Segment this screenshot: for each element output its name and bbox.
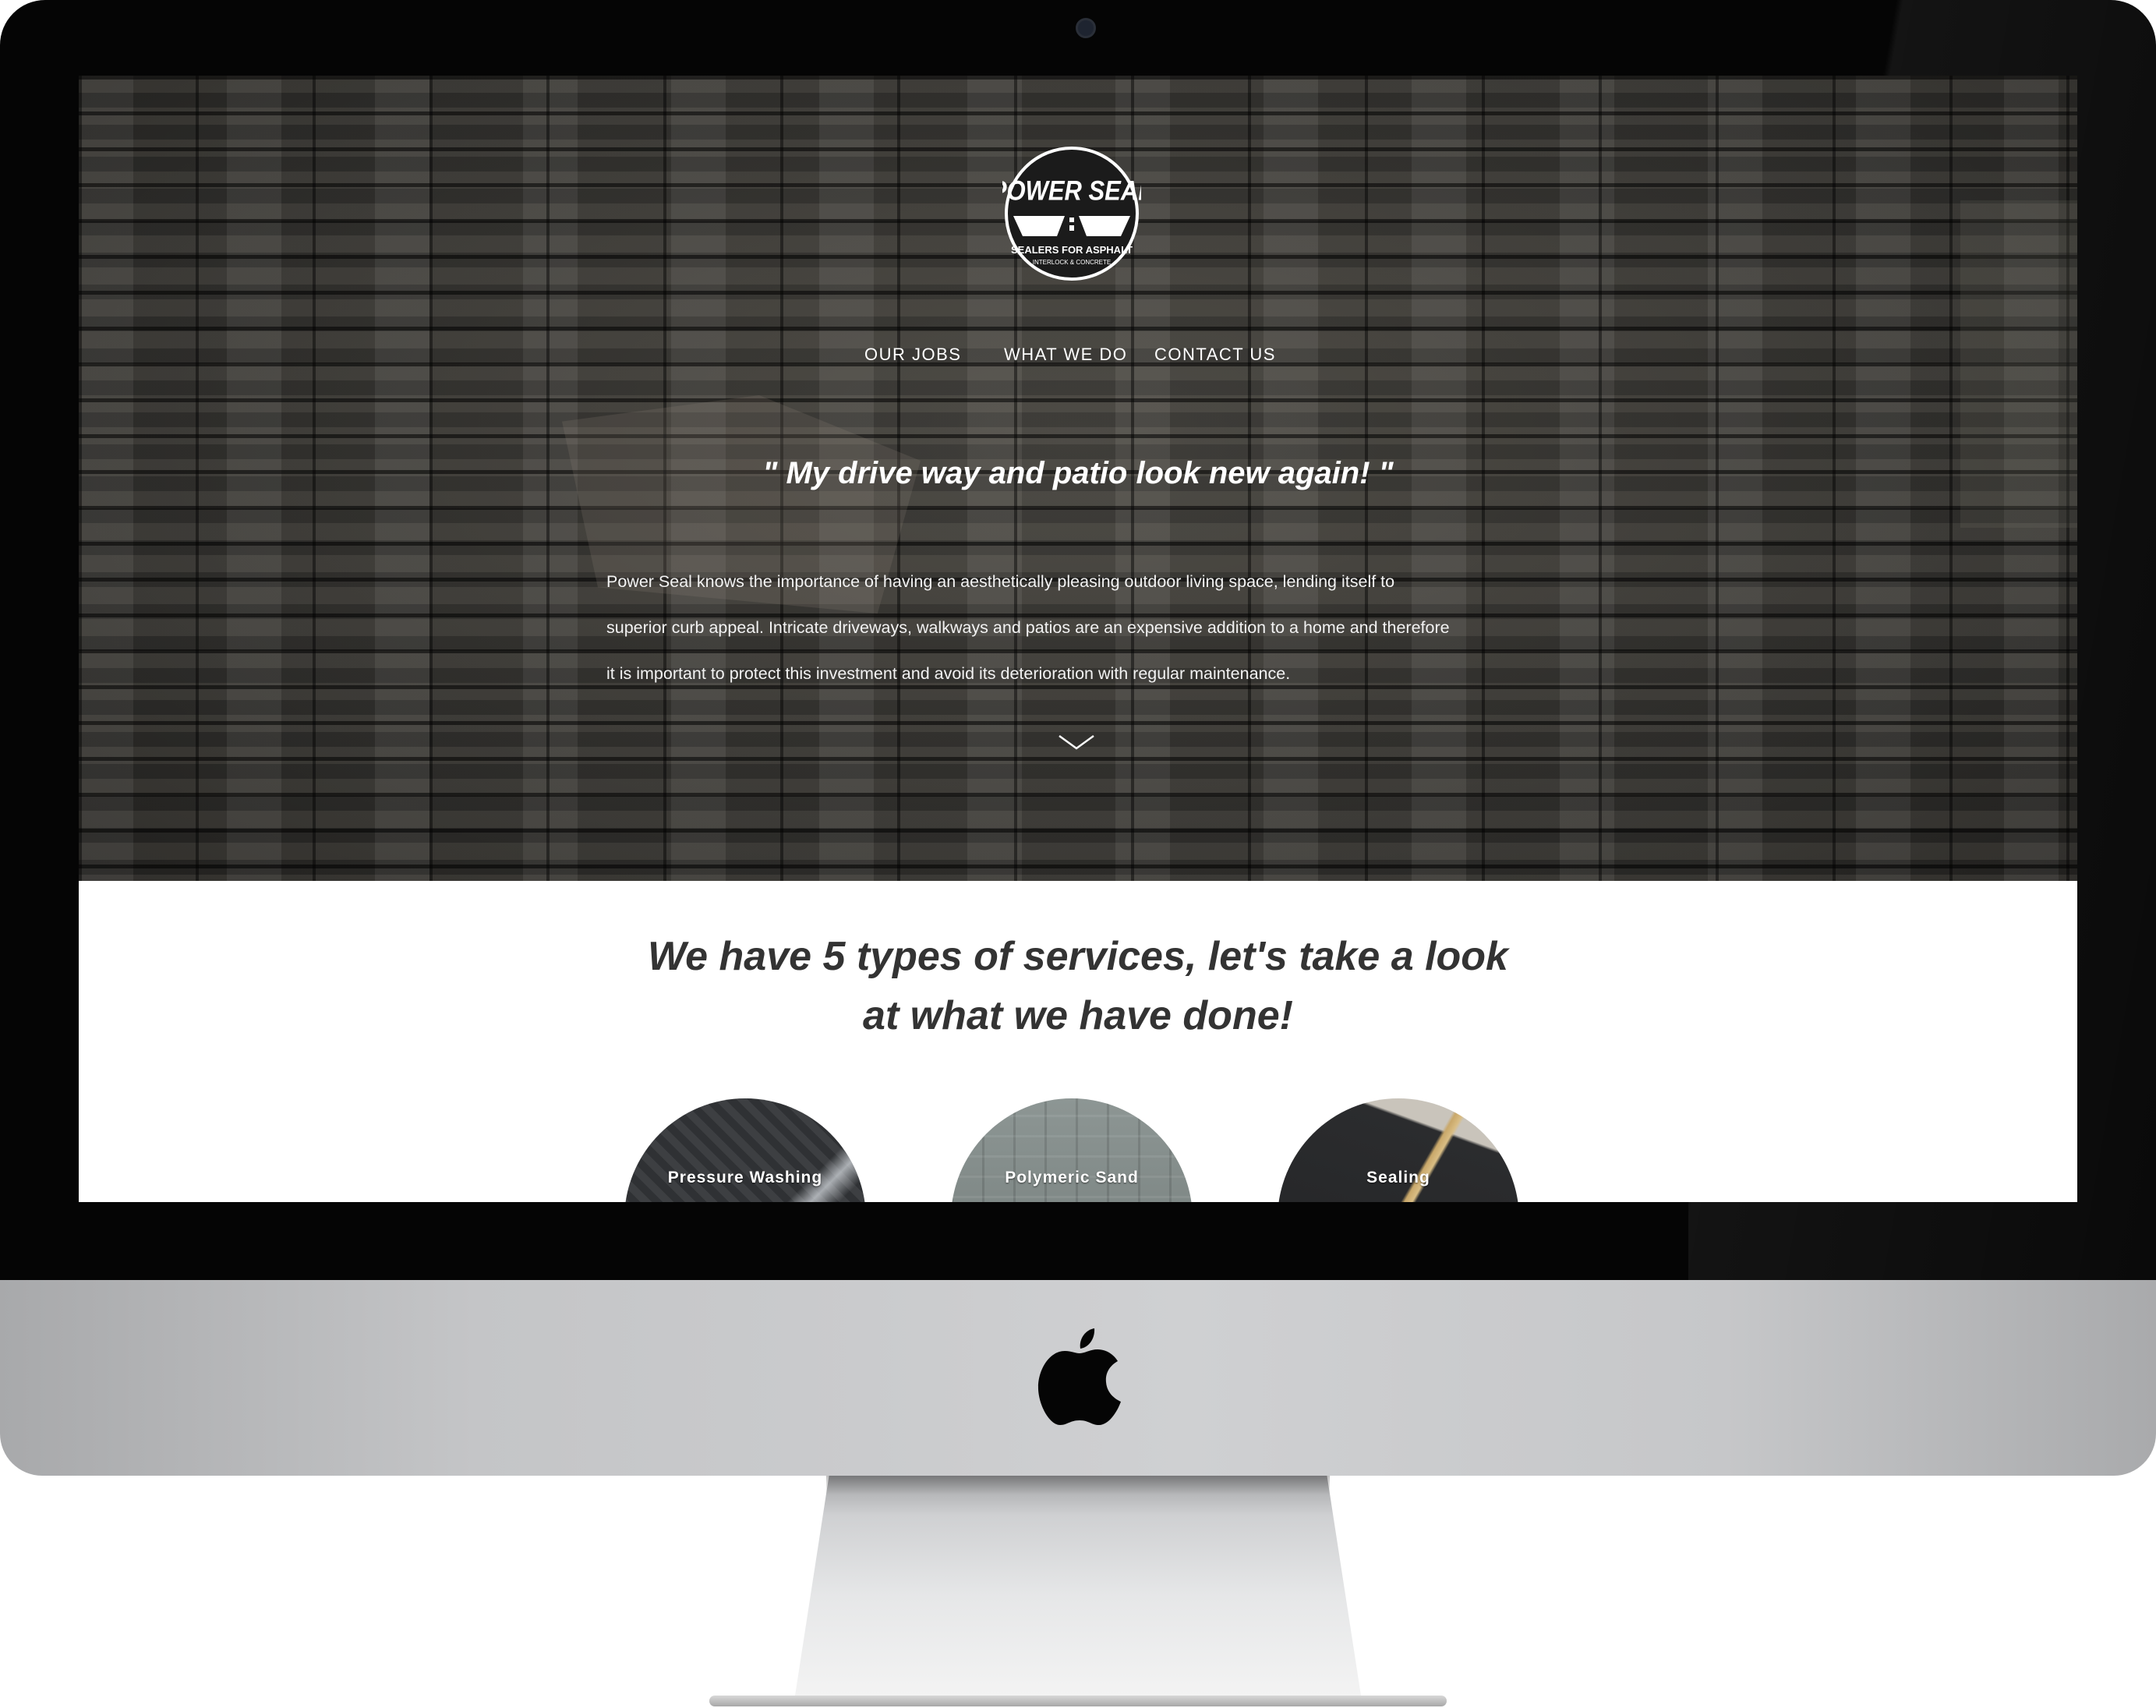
service-sealing[interactable]: Sealing — [1278, 1098, 1519, 1202]
hero-section: POWER SEAL SEALERS FOR ASPHALT INTERLOCK… — [79, 76, 2077, 881]
power-seal-logo[interactable]: POWER SEAL SEALERS FOR ASPHALT INTERLOCK… — [1002, 144, 1141, 283]
intro-line: superior curb appeal. Intricate driveway… — [606, 618, 1450, 637]
main-nav: OUR JOBS WHAT WE DO CONTACT US — [79, 345, 2077, 376]
service-label: Polymeric Sand — [1005, 1169, 1139, 1186]
intro-paragraph: Power Seal knows the importance of havin… — [606, 559, 1557, 697]
nav-what-we-do[interactable]: WHAT WE DO — [1004, 345, 1127, 365]
intro-line: Power Seal knows the importance of havin… — [606, 572, 1395, 591]
nav-contact-us[interactable]: CONTACT US — [1154, 345, 1276, 365]
stand-shadow — [826, 1476, 1330, 1494]
services-heading-line: We have 5 types of services, let's take … — [648, 934, 1508, 979]
service-label: Pressure Washing — [667, 1169, 823, 1186]
intro-line: it is important to protect this investme… — [606, 664, 1291, 683]
service-label: Sealing — [1366, 1169, 1430, 1186]
apple-logo-icon — [1037, 1328, 1121, 1425]
service-polymeric-sand[interactable]: Polymeric Sand — [951, 1098, 1193, 1202]
logo-title: POWER SEAL — [1002, 175, 1141, 206]
camera-icon — [1076, 18, 1096, 38]
logo-subtagline: INTERLOCK & CONCRETE — [1033, 259, 1111, 266]
chevron-down-icon[interactable] — [1057, 733, 1096, 753]
testimonial-quote: " My drive way and patio look new again!… — [762, 456, 1394, 490]
service-pressure-washing[interactable]: Pressure Washing — [624, 1098, 866, 1202]
services-heading: We have 5 types of services, let's take … — [562, 927, 1594, 1045]
monitor-stand — [795, 1476, 1361, 1696]
nav-our-jobs[interactable]: OUR JOBS — [864, 345, 961, 365]
monitor-foot — [709, 1696, 1447, 1706]
logo-tagline: SEALERS FOR ASPHALT — [1011, 244, 1133, 256]
browser-viewport[interactable]: POWER SEAL SEALERS FOR ASPHALT INTERLOCK… — [79, 76, 2077, 1202]
monitor-bezel: POWER SEAL SEALERS FOR ASPHALT INTERLOCK… — [0, 0, 2156, 1280]
services-heading-line: at what we have done! — [863, 993, 1293, 1038]
